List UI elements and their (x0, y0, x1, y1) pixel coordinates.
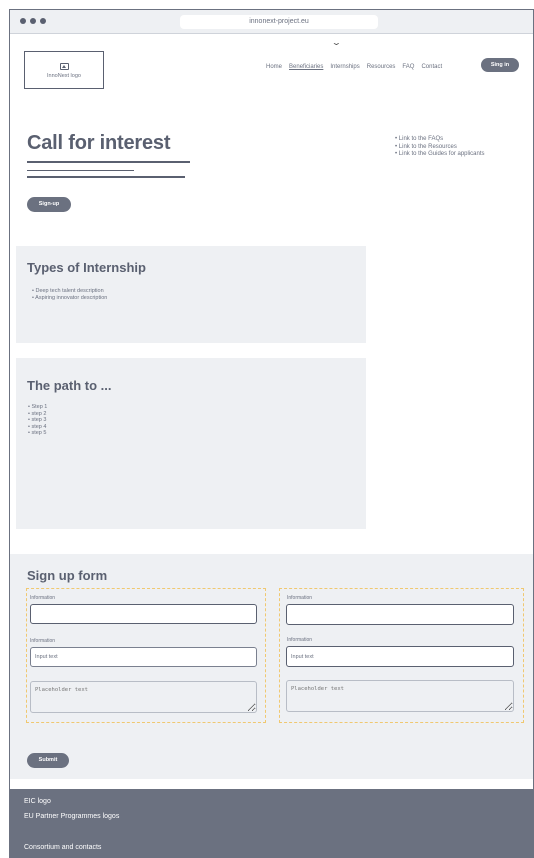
minimize-dot-icon[interactable] (30, 18, 36, 24)
logo-label: InnoNext logo (47, 73, 81, 79)
quick-links: Link to the FAQs Link to the Resources L… (395, 136, 485, 159)
field-label: Information (287, 595, 313, 601)
list-item: step 3 (28, 417, 47, 424)
field-label: Information (287, 637, 313, 643)
nav-beneficiaries[interactable]: Beneficiaries (289, 64, 323, 70)
main-nav: Home Beneficiaries Internships Resources… (266, 64, 449, 70)
types-of-internship-section: Types of Internship Deep tech talent des… (16, 246, 366, 343)
link-resources[interactable]: Link to the Resources (395, 144, 485, 152)
window-controls (20, 18, 46, 24)
footer: EIC logo EU Partner Programmes logos Con… (10, 789, 533, 857)
section-title: Sign up form (27, 568, 108, 583)
list-item: Aspiring innovator description (32, 295, 107, 302)
placeholder-field[interactable] (286, 680, 514, 712)
section-title: The path to ... (27, 378, 112, 393)
eu-partner-logos: EU Partner Programmes logos (24, 813, 120, 820)
title-underline (27, 161, 190, 163)
browser-window: innonext-project.eu ⌄ InnoNext logo Home… (9, 9, 534, 858)
sign-up-form-section: Sign up form Information Information Inf… (10, 554, 533, 779)
submit-button[interactable]: Submit (27, 753, 69, 768)
subtitle-line (27, 170, 134, 171)
image-icon (59, 63, 69, 70)
subtitle-line (27, 176, 185, 178)
nav-home[interactable]: Home (266, 64, 282, 70)
nav-faq[interactable]: FAQ (402, 64, 414, 70)
sign-in-button[interactable]: Sing in (481, 58, 519, 72)
link-faqs[interactable]: Link to the FAQs (395, 136, 485, 144)
form-column-right: Information Information (279, 588, 524, 723)
placeholder-field[interactable] (30, 681, 257, 713)
section-title: Types of Internship (27, 260, 146, 275)
list-item: step 5 (28, 430, 47, 437)
form-column-left: Information Information (26, 588, 266, 723)
information-field[interactable] (30, 604, 257, 624)
path-section: The path to ... Step 1 step 2 step 3 ste… (16, 358, 366, 529)
browser-chrome: innonext-project.eu (10, 10, 533, 34)
page-title: Call for interest (27, 132, 171, 154)
field-label: Information (30, 595, 56, 601)
site-logo[interactable]: InnoNext logo (24, 51, 104, 89)
link-guides[interactable]: Link to the Guides for applicants (395, 151, 485, 159)
information-field[interactable] (286, 604, 514, 625)
close-dot-icon[interactable] (20, 18, 26, 24)
nav-internships[interactable]: Internships (330, 64, 359, 70)
chevron-down-icon[interactable]: ⌄ (331, 38, 342, 47)
field-label: Information (30, 638, 56, 644)
list-item: Step 1 (28, 404, 47, 411)
information-field[interactable] (286, 646, 514, 667)
eic-logo: EIC logo (24, 798, 51, 805)
address-bar[interactable]: innonext-project.eu (180, 15, 378, 29)
nav-contact[interactable]: Contact (421, 64, 442, 70)
maximize-dot-icon[interactable] (40, 18, 46, 24)
consortium-contacts-link[interactable]: Consortium and contacts (24, 844, 101, 851)
list-item: Deep tech talent description (32, 288, 107, 295)
internship-types-list: Deep tech talent description Aspiring in… (32, 288, 107, 301)
nav-resources[interactable]: Resources (367, 64, 396, 70)
steps-list: Step 1 step 2 step 3 step 4 step 5 (28, 404, 47, 437)
sign-up-button[interactable]: Sign-up (27, 197, 71, 212)
information-field[interactable] (30, 647, 257, 667)
